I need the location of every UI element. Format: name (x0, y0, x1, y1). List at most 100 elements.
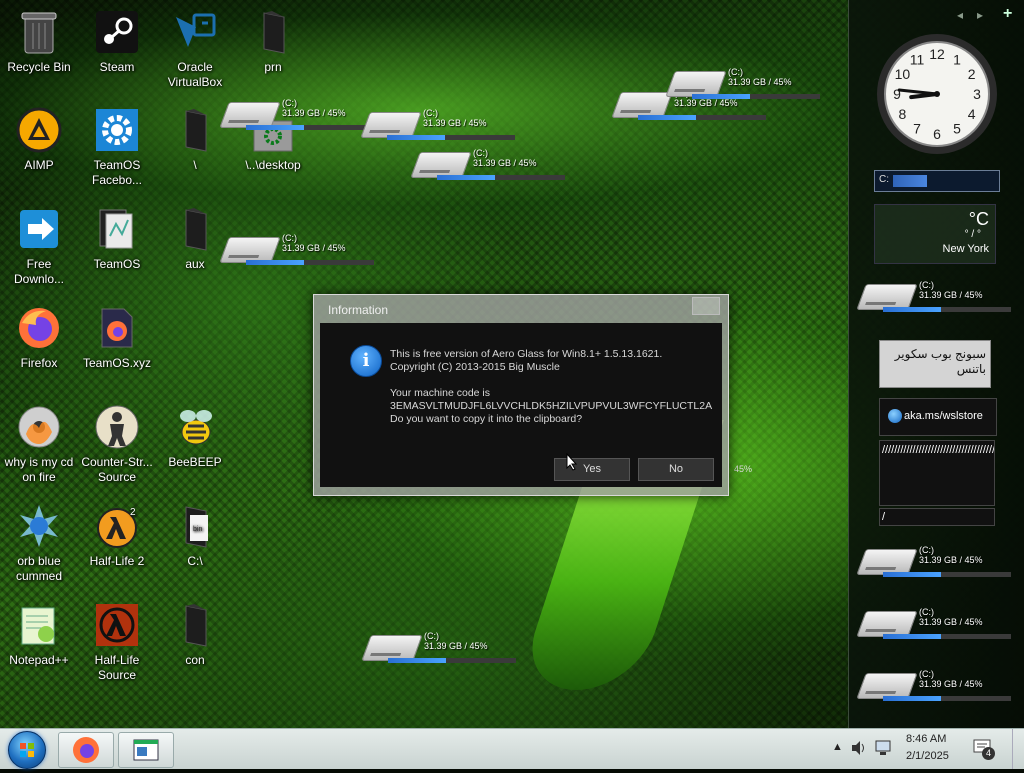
show-desktop-button[interactable] (1012, 729, 1024, 769)
folder-icon (249, 8, 297, 56)
aimp-icon (15, 106, 63, 154)
dialog-message: This is free version of Aero Glass for W… (390, 348, 715, 426)
clock-numeral: 2 (968, 66, 976, 82)
desktop-icon-teamos-facebook[interactable]: TeamOS Facebo... (78, 106, 156, 188)
dialog-close-button[interactable] (692, 297, 720, 315)
taskbar-app-button[interactable] (118, 732, 174, 768)
drive-label: (C:) (728, 67, 743, 77)
drive-gadget[interactable]: (C:) 31.39 GB / 45% (665, 67, 830, 103)
drive-usage-bar (638, 115, 766, 120)
volume-icon[interactable] (850, 740, 868, 756)
desktop-icon-free-download[interactable]: Free Downlo... (0, 205, 78, 287)
burning-cd-icon (15, 403, 63, 451)
download-manager-icon (15, 205, 63, 253)
drive-usage-bar (246, 260, 374, 265)
drive-label: (C:) (919, 607, 934, 617)
desktop-icon-counter-strike[interactable]: Counter-Str... Source (78, 403, 156, 485)
desktop-icon-teamos-xyz[interactable]: TeamOS.xyz (78, 304, 156, 371)
dialog-body: i This is free version of Aero Glass for… (320, 323, 722, 487)
drive-label: (C:) (919, 669, 934, 679)
icon-label: \ (193, 158, 197, 172)
folder-icon (171, 205, 219, 253)
desktop-icon-notepadpp[interactable]: Notepad++ (0, 601, 78, 668)
drive-usage: 31.39 GB / 45% (919, 290, 983, 300)
clock-center-pin (934, 91, 940, 97)
dialog-line-machine-code-label: Your machine code is (390, 387, 491, 399)
clock-time[interactable]: 8:46 AM (906, 733, 946, 745)
mouse-cursor-icon (566, 453, 578, 471)
icon-label: Free Downlo... (13, 257, 65, 286)
weather-gadget[interactable]: °C ° / ° New York (874, 204, 996, 264)
info-icon: i (350, 345, 382, 377)
sticky-note-gadget[interactable]: سبونج بوب سكوير باتنس (879, 340, 991, 388)
drive-usage: 31.39 GB / 45% (282, 108, 346, 118)
desktop-icon-virtualbox[interactable]: Oracle VirtualBox (156, 8, 234, 90)
icon-label: C:\ (187, 554, 203, 568)
drive-gadget[interactable]: (C:) 31.39 GB / 45% (856, 607, 1021, 643)
start-button[interactable] (8, 731, 46, 769)
desktop-icon-half-life-source[interactable]: Half-Life Source (78, 601, 156, 683)
desktop-icon-prn[interactable]: prn (234, 8, 312, 75)
sidebar-add-gadget-button[interactable]: + (1003, 5, 1012, 23)
clock-numeral: 8 (898, 106, 906, 122)
drive-gadget[interactable]: (C:) 31.39 GB / 45% (410, 148, 575, 184)
desktop-icon-c-drive-shortcut[interactable]: bin C:\ (156, 502, 234, 569)
drive-gadget[interactable]: (C:) 31.39 GB / 45% (361, 631, 526, 667)
counter-strike-icon (93, 403, 141, 451)
no-button[interactable]: No (638, 458, 714, 481)
desktop-icon-half-life-2[interactable]: 2 Half-Life 2 (78, 502, 156, 569)
dialog-machine-code: 3EMASVLTMUDJFL6LVVCHLDK5HZILVPUPVUL3WFCY… (390, 400, 713, 412)
desktop-icon-con[interactable]: con (156, 601, 234, 668)
desktop-icon-cd[interactable]: why is my cd on fire (0, 403, 78, 485)
desktop-icon-teamos[interactable]: TeamOS (78, 205, 156, 272)
sidebar-next-button[interactable]: ▸ (977, 8, 983, 22)
drive-gadget[interactable]: (C:) 31.39 GB / 45% (219, 233, 384, 269)
clock-numeral: 9 (893, 86, 901, 102)
drive-label: (C:) (424, 631, 439, 641)
drive-usage-bar (883, 696, 1011, 701)
icon-label: \..\desktop (245, 158, 301, 172)
window-icon (133, 739, 159, 761)
drive-gadget[interactable]: (C:) 31.39 GB / 45% (856, 280, 1021, 316)
drive-usage-fill (883, 307, 941, 312)
drive-gadget[interactable]: (C:) 31.39 GB / 45% (856, 669, 1021, 705)
drive-label: (C:) (282, 233, 297, 243)
drive-gadget[interactable]: (C:) 31.39 GB / 45% (219, 98, 384, 134)
icon-label: Half-Life 2 (89, 554, 145, 568)
drive-usage-fill (246, 260, 304, 265)
icon-label: TeamOS (93, 257, 141, 271)
network-icon[interactable] (874, 739, 894, 757)
icon-label: Counter-Str... Source (81, 455, 153, 484)
feed-link[interactable]: aka.ms/wslstore (904, 410, 983, 422)
drive-usage-bar (437, 175, 565, 180)
drive-usage-fill (387, 135, 445, 140)
notification-count-badge: 4 (982, 747, 995, 760)
sidebar-prev-button[interactable]: ◂ (957, 8, 963, 22)
file-icon: bin (171, 502, 219, 550)
slash-input[interactable]: / (879, 508, 995, 526)
clock-date[interactable]: 2/1/2025 (906, 750, 949, 762)
desktop-icon-aimp[interactable]: AIMP (0, 106, 78, 173)
icon-label: Firefox (20, 356, 58, 370)
desktop-icon-recycle-bin[interactable]: Recycle Bin (0, 8, 78, 75)
internet-explorer-icon (888, 409, 902, 423)
clock-gadget[interactable]: 12 1 2 3 4 5 6 7 8 9 10 11 (873, 30, 1001, 158)
recycle-bin-icon (15, 8, 63, 56)
drive-usage-bar (692, 94, 820, 99)
notifications-button[interactable]: 4 (972, 737, 995, 760)
desktop-icon-orb[interactable]: orb blue cummed (0, 502, 78, 584)
desktop-icon-firefox[interactable]: Firefox (0, 304, 78, 371)
cpu-meter-gadget[interactable]: C: (874, 170, 1000, 192)
feed-gadget[interactable]: aka.ms/wslstore (879, 398, 997, 436)
taskbar-firefox-button[interactable] (58, 732, 114, 768)
icon-label: AIMP (24, 158, 54, 172)
show-hidden-icons-button[interactable]: ▲ (832, 741, 843, 753)
desktop-icon-beebeep[interactable]: BeeBEEP (156, 403, 234, 470)
drive-gadget[interactable]: (C:) 31.39 GB / 45% (856, 545, 1021, 581)
weather-city: New York (942, 243, 989, 255)
clock-numeral: 11 (910, 51, 925, 67)
drive-usage-bar (883, 572, 1011, 577)
desktop-icon-steam[interactable]: Steam (78, 8, 156, 75)
virtualbox-icon (171, 8, 219, 56)
drive-gadget[interactable]: (C:) 31.39 GB / 45% (360, 108, 525, 144)
